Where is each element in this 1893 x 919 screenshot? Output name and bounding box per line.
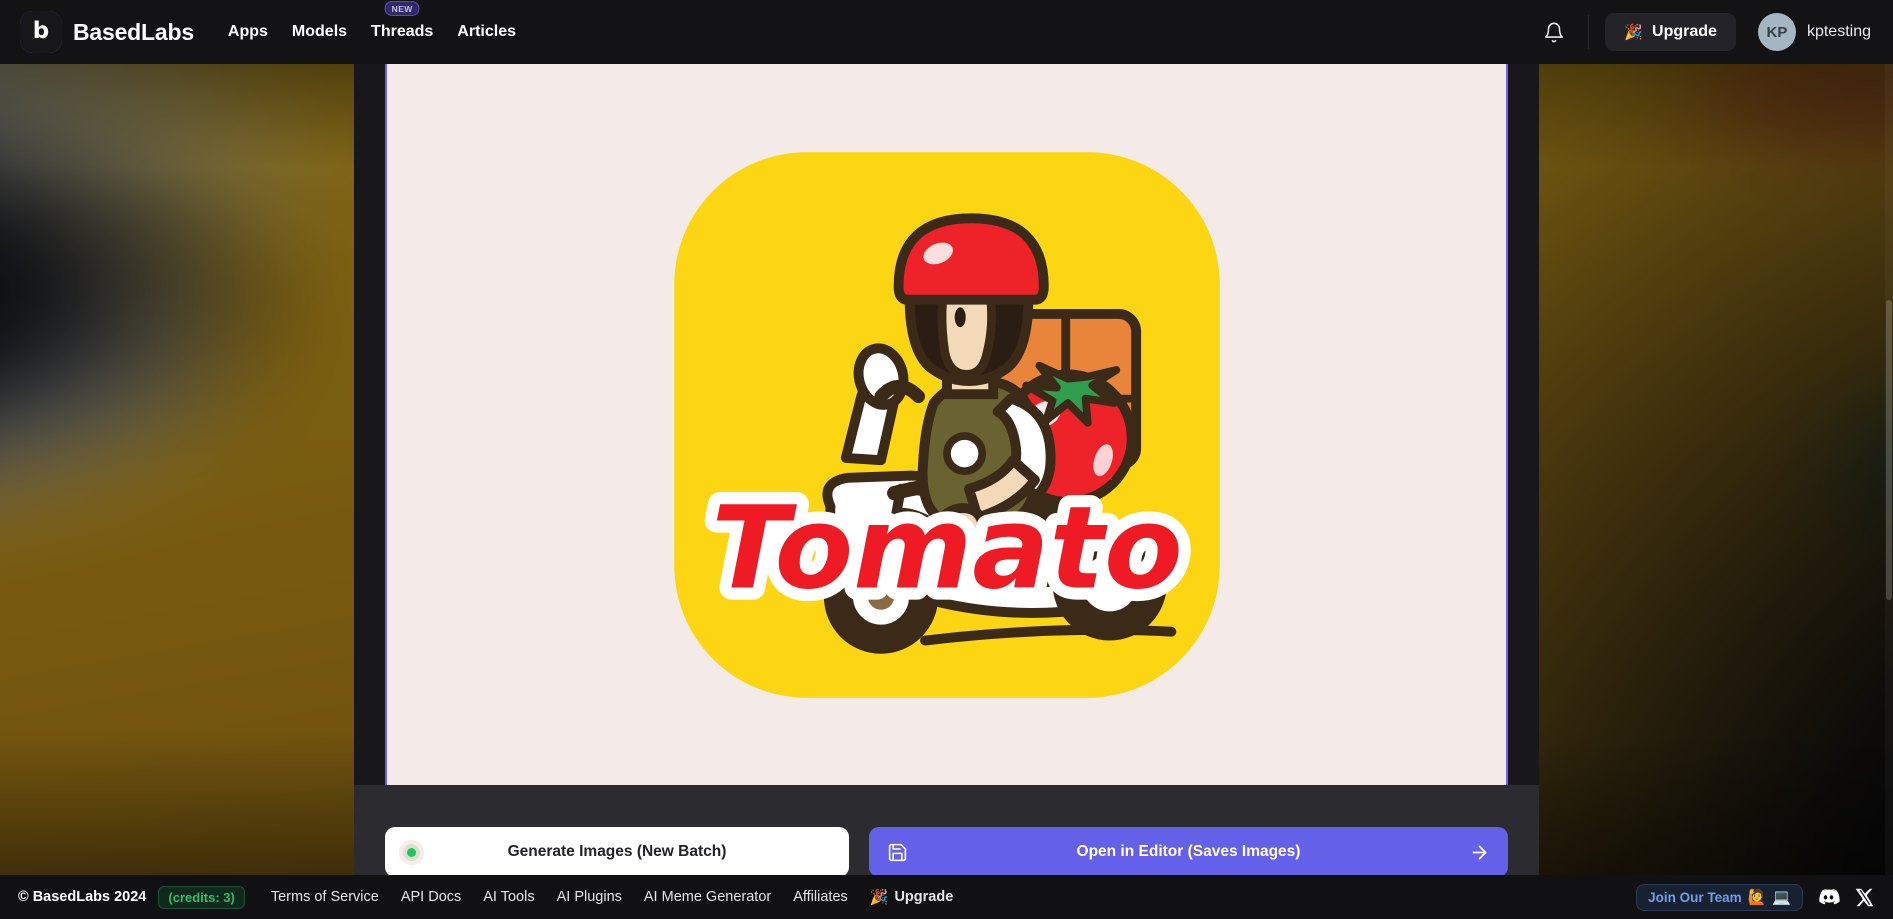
footer-link-ai-plugins[interactable]: AI Plugins xyxy=(557,889,622,905)
footer-upgrade-label: Upgrade xyxy=(894,889,954,905)
join-our-team-button[interactable]: Join Our Team 🙋 💻 xyxy=(1636,883,1803,911)
footer-social: Join Our Team 🙋 💻 xyxy=(1636,883,1875,911)
username: kptesting xyxy=(1806,23,1871,40)
header-actions: 🎉 Upgrade KP kptesting xyxy=(1532,10,1871,54)
generated-image-card[interactable]: Tomato xyxy=(385,64,1508,785)
basedlabs-logo-icon[interactable]: b xyxy=(20,11,62,53)
join-our-team-label: Join Our Team xyxy=(1648,889,1742,905)
upgrade-button[interactable]: 🎉 Upgrade xyxy=(1605,13,1736,51)
user-menu[interactable]: KP kptesting xyxy=(1757,13,1871,51)
nav-item-apps[interactable]: Apps xyxy=(228,19,268,45)
copyright: © BasedLabs 2024 xyxy=(18,889,147,905)
nav-label: Models xyxy=(291,23,348,40)
nav-label: Articles xyxy=(457,23,516,40)
image-viewer: Tomato Generate Images (New Batch) Open … xyxy=(354,64,1539,919)
footer-link-ai-meme-generator[interactable]: AI Meme Generator xyxy=(644,889,771,905)
x-twitter-link[interactable] xyxy=(1854,887,1875,908)
footer-link-terms-of-service[interactable]: Terms of Service xyxy=(271,889,379,905)
nav-item-articles[interactable]: Articles xyxy=(457,19,516,45)
generate-images-button[interactable]: Generate Images (New Batch) xyxy=(385,827,849,877)
generate-images-label: Generate Images (New Batch) xyxy=(507,843,727,860)
party-popper-icon: 🎉 xyxy=(1624,22,1644,41)
party-popper-icon: 🎉 xyxy=(869,887,889,906)
status-dot-icon xyxy=(406,847,416,857)
app-footer: © BasedLabs 2024 (credits: 3) Terms of S… xyxy=(0,875,1893,919)
nav-item-models[interactable]: Models xyxy=(292,19,347,45)
open-in-editor-label: Open in Editor (Saves Images) xyxy=(1076,843,1301,860)
brand-name: BasedLabs xyxy=(73,18,194,45)
avatar: KP xyxy=(1757,13,1796,51)
app-header: b BasedLabs Apps Models NEW Threads Arti… xyxy=(0,0,1893,64)
x-twitter-icon xyxy=(1855,888,1874,906)
logo-letter: b xyxy=(32,17,50,44)
brand[interactable]: b BasedLabs xyxy=(20,11,194,53)
bell-icon xyxy=(1545,22,1564,42)
laptop-icon: 💻 xyxy=(1772,887,1791,906)
footer-link-ai-tools[interactable]: AI Tools xyxy=(483,889,534,905)
footer-link-affiliates[interactable]: Affiliates xyxy=(793,889,848,905)
credits-badge: (credits: 3) xyxy=(158,885,245,909)
svg-text:Tomato: Tomato xyxy=(711,481,1182,614)
save-icon xyxy=(888,843,907,861)
generated-image: Tomato xyxy=(673,151,1220,698)
nav-label: Threads xyxy=(371,23,434,40)
main-nav: Apps Models NEW Threads Articles xyxy=(228,1,516,45)
notifications-button[interactable] xyxy=(1532,10,1576,54)
footer-links: Terms of Service API Docs AI Tools AI Pl… xyxy=(271,889,953,905)
nav-label: Apps xyxy=(227,23,268,40)
footer-upgrade-link[interactable]: 🎉 Upgrade xyxy=(870,889,954,905)
raising-hand-icon: 🙋 xyxy=(1747,887,1767,906)
footer-link-api-docs[interactable]: API Docs xyxy=(401,889,461,905)
arrow-right-icon xyxy=(1472,845,1487,859)
header-divider xyxy=(1588,15,1590,49)
nav-item-threads[interactable]: NEW Threads xyxy=(371,1,434,45)
app-root: b BasedLabs Apps Models NEW Threads Arti… xyxy=(0,0,1893,919)
discord-icon xyxy=(1819,888,1840,904)
discord-link[interactable] xyxy=(1817,886,1840,909)
page-scrollbar-thumb[interactable] xyxy=(1886,300,1892,600)
open-in-editor-button[interactable]: Open in Editor (Saves Images) xyxy=(869,827,1508,877)
upgrade-label: Upgrade xyxy=(1652,23,1717,40)
generate-status-indicator xyxy=(402,843,420,861)
new-badge: NEW xyxy=(384,1,420,17)
